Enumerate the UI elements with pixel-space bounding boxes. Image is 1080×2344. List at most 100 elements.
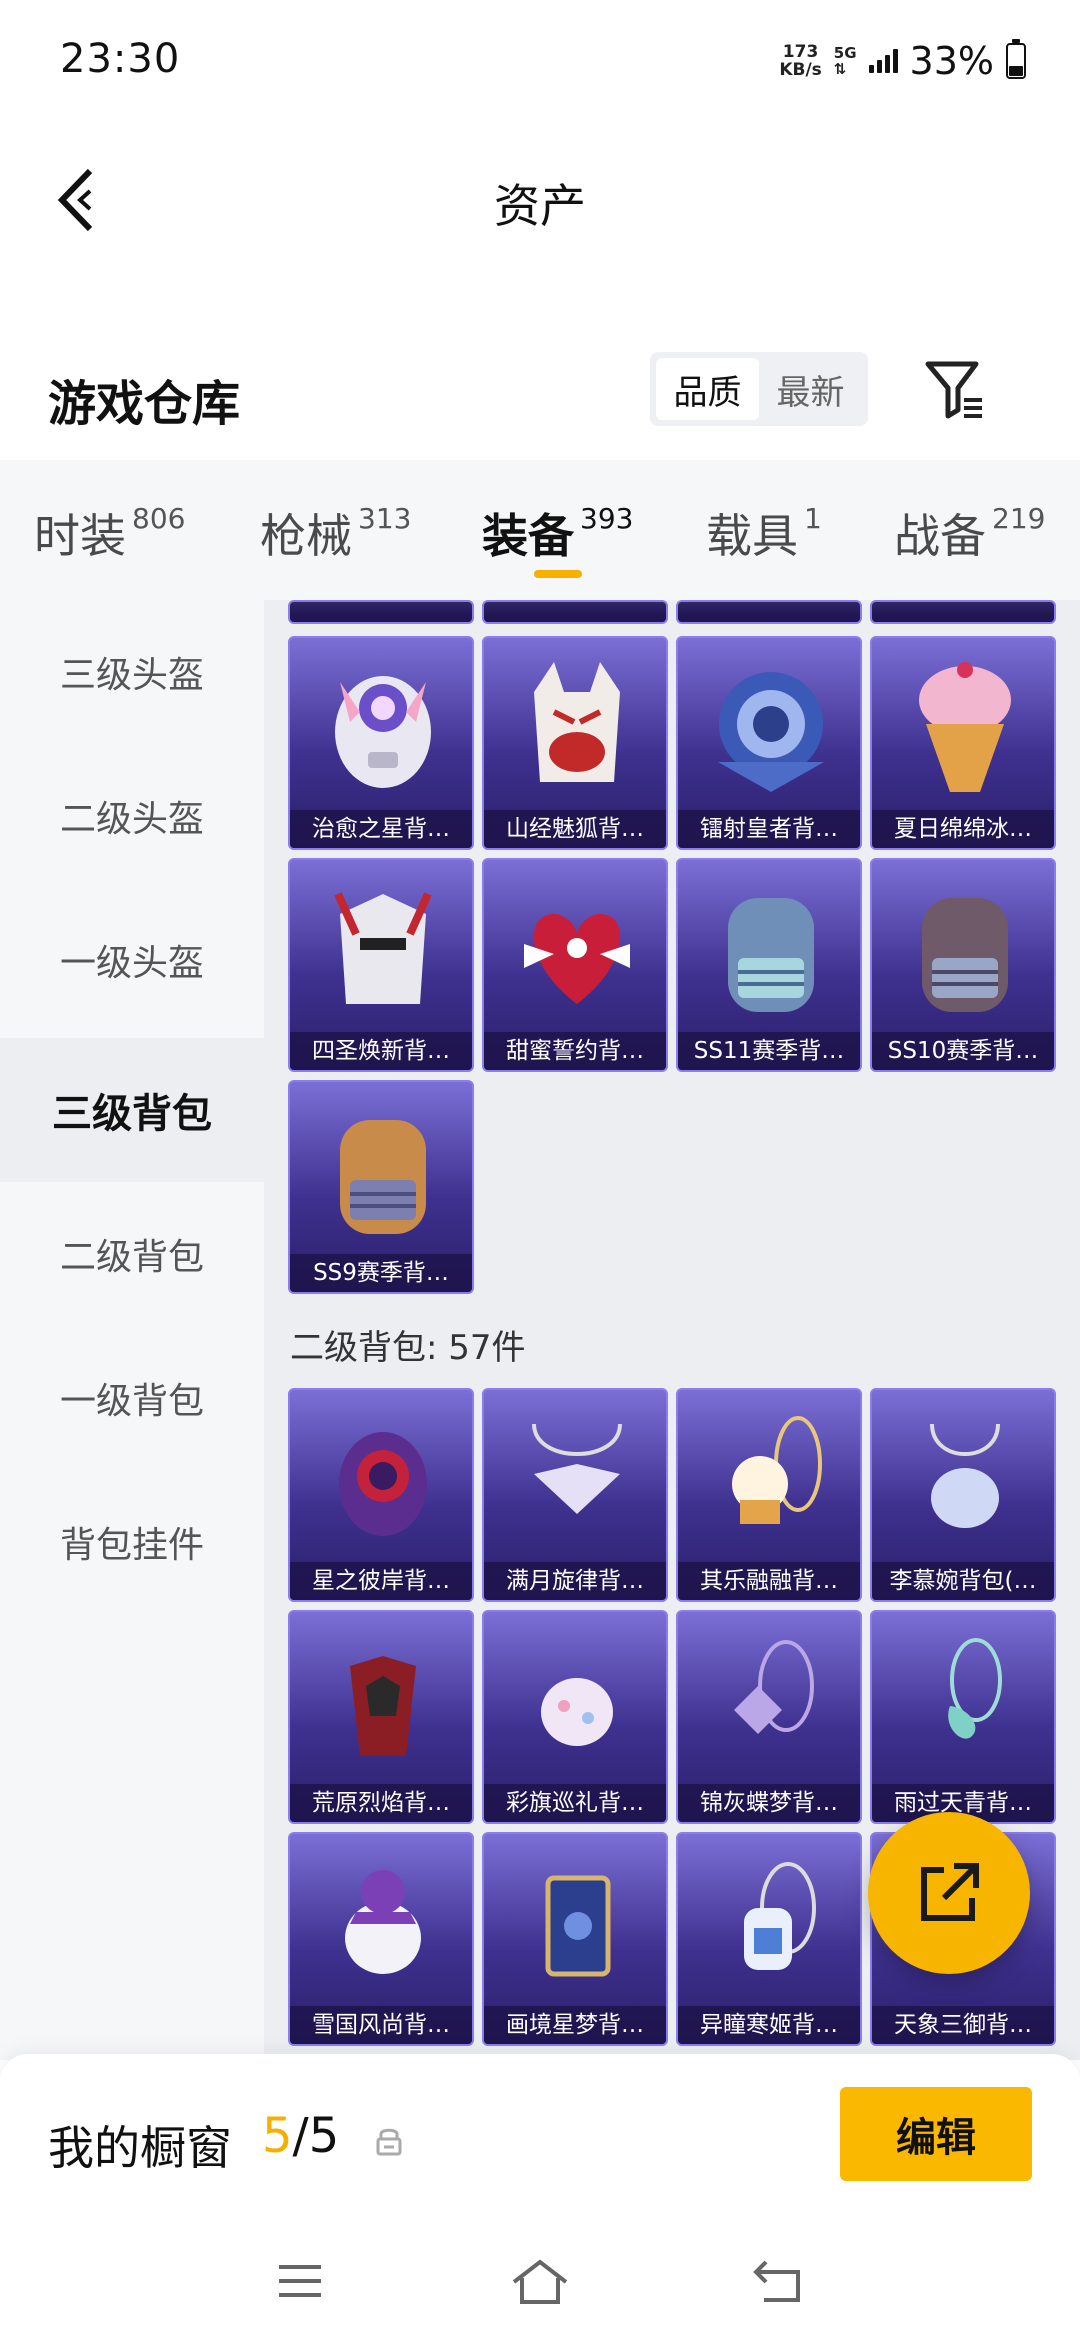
sidebar-item-backpack-charms[interactable]: 背包挂件 [0, 1470, 264, 1614]
backpack-image [732, 1416, 822, 1524]
lock-icon [376, 2128, 402, 2156]
item-card-partial[interactable] [676, 600, 862, 624]
backpack-image [541, 1678, 613, 1746]
status-bar: 23:30 173 KB/s 5G ⇅ 33% [0, 0, 1080, 120]
item-card[interactable]: SS9赛季背… [288, 1080, 474, 1294]
sort-newest-option[interactable]: 最新 [759, 358, 862, 420]
backpack-image [339, 1432, 427, 1536]
item-card[interactable]: 山经魅狐背… [482, 636, 668, 850]
tab-equipment[interactable]: 装备 393 [482, 500, 633, 566]
item-card[interactable]: SS10赛季背… [870, 858, 1056, 1072]
subcategory-sidebar: 三级头盔 二级头盔 一级头盔 三级背包 二级背包 一级背包 背包挂件 [0, 600, 264, 2060]
tab-count: 1 [804, 502, 822, 535]
item-card[interactable]: 夏日绵绵冰… [870, 636, 1056, 850]
tab-label: 载具 [706, 509, 798, 563]
tab-count: 806 [132, 502, 186, 535]
item-name: 甜蜜誓约背… [484, 1032, 666, 1070]
item-card[interactable]: SS11赛季背… [676, 858, 862, 1072]
share-button[interactable] [868, 1812, 1030, 1974]
status-time: 23:30 [60, 36, 181, 82]
sidebar-item-helmet-l2[interactable]: 二级头盔 [0, 744, 264, 888]
item-name: 天象三御背… [872, 2006, 1054, 2044]
filter-button[interactable] [920, 354, 990, 424]
section-title: 二级背包: 57件 [290, 1328, 526, 1368]
tab-vehicles[interactable]: 载具 1 [706, 500, 822, 566]
item-card[interactable]: 甜蜜誓约背… [482, 858, 668, 1072]
tab-label: 战备 [894, 509, 986, 563]
item-card[interactable]: 治愈之星背… [288, 636, 474, 850]
item-card[interactable]: 雨过天青背… [870, 1610, 1056, 1824]
item-card[interactable]: 四圣焕新背… [288, 858, 474, 1072]
network-speed: 173 KB/s [779, 43, 821, 79]
menu-icon [279, 2265, 321, 2297]
status-indicators: 173 KB/s 5G ⇅ 33% [779, 36, 1026, 86]
showcase-label: 我的橱窗 [48, 2121, 232, 2175]
battery-icon [1006, 39, 1026, 79]
share-icon [921, 1863, 979, 1921]
backpack-image [728, 898, 814, 1012]
backpack-image [744, 1862, 816, 1970]
nav-menu-button[interactable] [255, 2246, 345, 2316]
page-title: 资产 [494, 179, 586, 233]
sidebar-item-backpack-l1[interactable]: 一级背包 [0, 1326, 264, 1470]
tab-count: 219 [992, 502, 1046, 535]
back-icon [753, 2260, 800, 2302]
item-card[interactable]: 异瞳寒姬背… [676, 1832, 862, 2046]
item-card-partial[interactable] [482, 600, 668, 624]
item-card[interactable]: 其乐融融背… [676, 1388, 862, 1602]
item-card[interactable]: 星之彼岸背… [288, 1388, 474, 1602]
sidebar-item-backpack-l3[interactable]: 三级背包 [0, 1038, 264, 1182]
item-card[interactable]: 荒原烈焰背… [288, 1610, 474, 1824]
sort-quality-option[interactable]: 品质 [656, 358, 759, 420]
item-card-partial[interactable] [288, 600, 474, 624]
nav-home-button[interactable] [495, 2246, 585, 2316]
backpack-image [534, 662, 620, 782]
item-card-partial[interactable] [870, 600, 1056, 624]
sidebar-item-helmet-l3[interactable]: 三级头盔 [0, 600, 264, 744]
sort-toggle: 品质 最新 [650, 352, 868, 426]
tab-supplies[interactable]: 战备 219 [894, 500, 1045, 566]
sidebar-item-helmet-l1[interactable]: 一级头盔 [0, 888, 264, 1032]
item-name: 星之彼岸背… [290, 1562, 472, 1600]
item-name: 雪国风尚背… [290, 2006, 472, 2044]
item-card[interactable]: 满月旋律背… [482, 1388, 668, 1602]
item-card[interactable]: 画境星梦背… [482, 1832, 668, 2046]
item-card[interactable]: 彩旗巡礼背… [482, 1610, 668, 1824]
backpack-image [345, 1870, 421, 1974]
item-name: 荒原烈焰背… [290, 1784, 472, 1822]
showcase-total: /5 [292, 2108, 340, 2164]
tab-firearms[interactable]: 枪械 313 [260, 500, 411, 566]
item-name: 镭射皇者背… [678, 810, 860, 848]
item-card[interactable]: 雪国风尚背… [288, 1832, 474, 2046]
network-type: 5G ⇅ [834, 45, 857, 77]
item-card[interactable]: 锦灰蝶梦背… [676, 1610, 862, 1824]
backpack-image [334, 892, 432, 1004]
item-name: 山经魅狐背… [484, 810, 666, 848]
showcase-count: 5/5 [262, 2108, 339, 2164]
showcase-bar: 我的橱窗 5/5 编辑 [0, 2054, 1080, 2224]
item-name: 治愈之星背… [290, 810, 472, 848]
nav-back-button[interactable] [735, 2246, 825, 2316]
tab-fashion[interactable]: 时装 806 [34, 500, 185, 566]
sidebar-item-backpack-l2[interactable]: 二级背包 [0, 1182, 264, 1326]
signal-icon [868, 49, 898, 73]
item-name: 彩旗巡礼背… [484, 1784, 666, 1822]
tab-count: 313 [358, 502, 412, 535]
item-name: SS11赛季背… [678, 1032, 860, 1070]
item-card[interactable]: 李慕婉背包(… [870, 1388, 1056, 1602]
data-arrows-icon: ⇅ [833, 60, 847, 78]
backpack-image [919, 662, 1011, 792]
backpack-image [532, 1423, 622, 1514]
network-type-label: 5G [833, 44, 857, 62]
backpack-image [545, 1875, 611, 1977]
edit-button[interactable]: 编辑 [840, 2087, 1032, 2181]
item-card[interactable]: 镭射皇者背… [676, 636, 862, 850]
backpack-image [340, 1120, 426, 1234]
active-tab-indicator [534, 570, 582, 578]
tab-label: 装备 [482, 509, 574, 563]
system-nav-bar [0, 2224, 1080, 2344]
item-name: 其乐融融背… [678, 1562, 860, 1600]
backpack-image [930, 1423, 1000, 1528]
item-name: 锦灰蝶梦背… [678, 1784, 860, 1822]
battery-percent: 33% [909, 39, 994, 83]
